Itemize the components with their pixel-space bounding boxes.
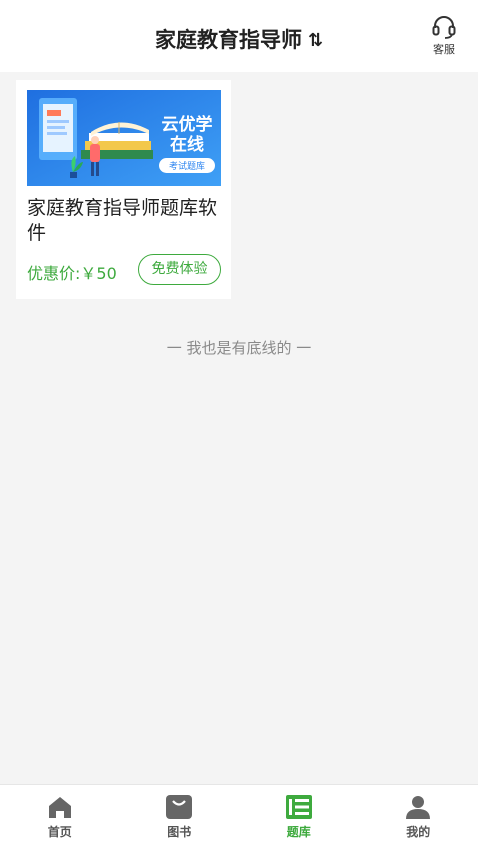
bottom-tab-bar: 首页 图书 题库 我的 (0, 784, 478, 850)
tab-profile[interactable]: 我的 (359, 785, 478, 850)
tab-profile-label: 我的 (406, 825, 431, 839)
tab-home[interactable]: 首页 (0, 785, 120, 850)
headset-icon (432, 16, 456, 39)
tab-question-bank-label: 题库 (286, 825, 311, 839)
end-of-list-text: 一 我也是有底线的 一 (166, 339, 312, 357)
service-label: 客服 (433, 43, 455, 56)
product-title: 家庭教育指导师题库软件 (27, 197, 218, 244)
tab-books[interactable]: 图书 (120, 785, 240, 850)
top-header: 家庭教育指导师 ⇅ 客服 (0, 0, 478, 72)
exam-switcher[interactable]: 家庭教育指导师 ⇅ (0, 24, 478, 54)
page-title: 家庭教育指导师 (154, 28, 302, 52)
question-bank-icon (285, 795, 312, 819)
switch-arrows-icon: ⇅ (307, 30, 324, 51)
home-icon (48, 797, 71, 818)
tab-home-label: 首页 (47, 825, 72, 839)
banner-illustration: 云优学 在线 考试题库 (27, 90, 221, 186)
customer-service-button[interactable]: 客服 (424, 14, 464, 57)
tab-question-bank[interactable]: 题库 (239, 785, 359, 850)
banner-line1: 云优学 (162, 114, 213, 134)
banner-line2: 在线 (170, 134, 204, 154)
free-trial-button[interactable]: 免费体验 (138, 254, 221, 285)
product-price: 优惠价:￥50 (27, 264, 117, 283)
product-banner: 云优学 在线 考试题库 (27, 90, 221, 186)
book-bag-icon (166, 795, 193, 819)
tab-books-label: 图书 (167, 825, 192, 839)
banner-badge: 考试题库 (169, 160, 205, 171)
product-card[interactable]: 云优学 在线 考试题库 家庭教育指导师题库软件 优惠价:￥50 免费体验 (16, 80, 231, 299)
user-icon (406, 796, 431, 819)
